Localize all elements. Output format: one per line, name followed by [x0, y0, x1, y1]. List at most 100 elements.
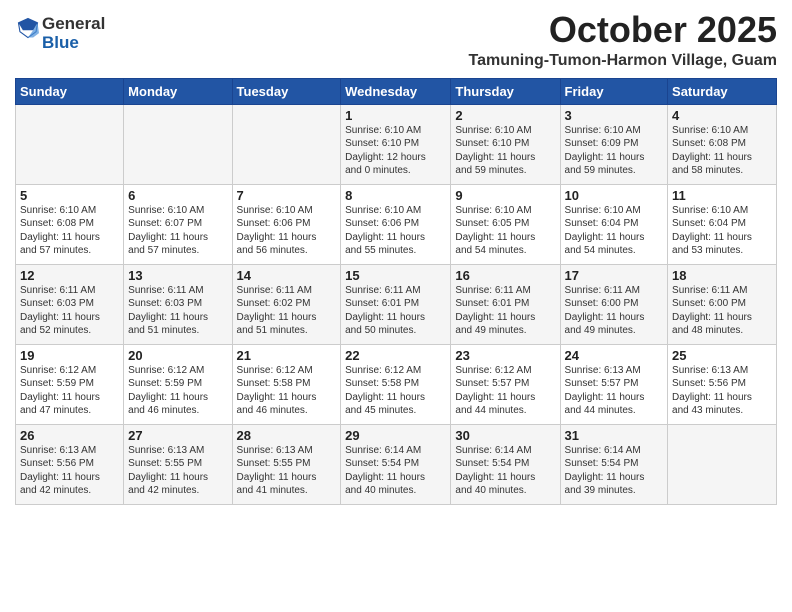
day-info: Sunrise: 6:11 AM Sunset: 6:00 PM Dayligh…: [565, 284, 664, 338]
day-info: Sunrise: 6:10 AM Sunset: 6:08 PM Dayligh…: [20, 204, 119, 258]
calendar-cell: 12Sunrise: 6:11 AM Sunset: 6:03 PM Dayli…: [16, 264, 124, 344]
day-info: Sunrise: 6:12 AM Sunset: 5:59 PM Dayligh…: [128, 364, 227, 418]
calendar-cell: 19Sunrise: 6:12 AM Sunset: 5:59 PM Dayli…: [16, 344, 124, 424]
day-info: Sunrise: 6:10 AM Sunset: 6:06 PM Dayligh…: [237, 204, 337, 258]
day-number: 6: [128, 188, 227, 203]
day-info: Sunrise: 6:12 AM Sunset: 5:59 PM Dayligh…: [20, 364, 119, 418]
day-info: Sunrise: 6:11 AM Sunset: 6:00 PM Dayligh…: [672, 284, 772, 338]
weekday-header: Saturday: [668, 78, 777, 104]
day-info: Sunrise: 6:10 AM Sunset: 6:05 PM Dayligh…: [455, 204, 555, 258]
day-info: Sunrise: 6:10 AM Sunset: 6:09 PM Dayligh…: [565, 124, 664, 178]
day-info: Sunrise: 6:12 AM Sunset: 5:58 PM Dayligh…: [237, 364, 337, 418]
day-info: Sunrise: 6:12 AM Sunset: 5:58 PM Dayligh…: [345, 364, 446, 418]
calendar-cell: [668, 424, 777, 504]
calendar-cell: 15Sunrise: 6:11 AM Sunset: 6:01 PM Dayli…: [341, 264, 451, 344]
day-number: 20: [128, 348, 227, 363]
day-info: Sunrise: 6:11 AM Sunset: 6:03 PM Dayligh…: [20, 284, 119, 338]
day-number: 15: [345, 268, 446, 283]
day-info: Sunrise: 6:10 AM Sunset: 6:06 PM Dayligh…: [345, 204, 446, 258]
day-info: Sunrise: 6:14 AM Sunset: 5:54 PM Dayligh…: [455, 444, 555, 498]
weekday-header: Thursday: [451, 78, 560, 104]
day-info: Sunrise: 6:12 AM Sunset: 5:57 PM Dayligh…: [455, 364, 555, 418]
calendar-cell: 20Sunrise: 6:12 AM Sunset: 5:59 PM Dayli…: [124, 344, 232, 424]
weekday-header: Monday: [124, 78, 232, 104]
calendar-cell: 10Sunrise: 6:10 AM Sunset: 6:04 PM Dayli…: [560, 184, 668, 264]
calendar-cell: [16, 104, 124, 184]
day-info: Sunrise: 6:10 AM Sunset: 6:10 PM Dayligh…: [345, 124, 446, 178]
calendar-cell: 5Sunrise: 6:10 AM Sunset: 6:08 PM Daylig…: [16, 184, 124, 264]
day-number: 9: [455, 188, 555, 203]
day-number: 31: [565, 428, 664, 443]
day-number: 16: [455, 268, 555, 283]
calendar-cell: 25Sunrise: 6:13 AM Sunset: 5:56 PM Dayli…: [668, 344, 777, 424]
day-number: 21: [237, 348, 337, 363]
day-info: Sunrise: 6:13 AM Sunset: 5:56 PM Dayligh…: [20, 444, 119, 498]
calendar-cell: 14Sunrise: 6:11 AM Sunset: 6:02 PM Dayli…: [232, 264, 341, 344]
calendar-cell: 3Sunrise: 6:10 AM Sunset: 6:09 PM Daylig…: [560, 104, 668, 184]
calendar-cell: 11Sunrise: 6:10 AM Sunset: 6:04 PM Dayli…: [668, 184, 777, 264]
day-number: 13: [128, 268, 227, 283]
day-number: 1: [345, 108, 446, 123]
calendar-cell: 8Sunrise: 6:10 AM Sunset: 6:06 PM Daylig…: [341, 184, 451, 264]
month-title: October 2025: [469, 10, 777, 50]
day-info: Sunrise: 6:10 AM Sunset: 6:04 PM Dayligh…: [565, 204, 664, 258]
day-info: Sunrise: 6:14 AM Sunset: 5:54 PM Dayligh…: [345, 444, 446, 498]
title-block: October 2025 Tamuning-Tumon-Harmon Villa…: [469, 10, 777, 70]
calendar-cell: [232, 104, 341, 184]
calendar-cell: 30Sunrise: 6:14 AM Sunset: 5:54 PM Dayli…: [451, 424, 560, 504]
weekday-header: Wednesday: [341, 78, 451, 104]
location-title: Tamuning-Tumon-Harmon Village, Guam: [469, 52, 777, 70]
day-number: 29: [345, 428, 446, 443]
day-info: Sunrise: 6:11 AM Sunset: 6:02 PM Dayligh…: [237, 284, 337, 338]
calendar-cell: 26Sunrise: 6:13 AM Sunset: 5:56 PM Dayli…: [16, 424, 124, 504]
day-number: 8: [345, 188, 446, 203]
calendar-table: SundayMondayTuesdayWednesdayThursdayFrid…: [15, 78, 777, 505]
day-number: 26: [20, 428, 119, 443]
day-number: 14: [237, 268, 337, 283]
logo-icon: [17, 17, 39, 39]
day-number: 18: [672, 268, 772, 283]
day-number: 24: [565, 348, 664, 363]
day-number: 17: [565, 268, 664, 283]
logo: General Blue: [15, 15, 105, 52]
calendar-cell: 31Sunrise: 6:14 AM Sunset: 5:54 PM Dayli…: [560, 424, 668, 504]
day-info: Sunrise: 6:10 AM Sunset: 6:08 PM Dayligh…: [672, 124, 772, 178]
calendar-cell: 23Sunrise: 6:12 AM Sunset: 5:57 PM Dayli…: [451, 344, 560, 424]
logo-blue: Blue: [42, 34, 105, 53]
day-number: 23: [455, 348, 555, 363]
calendar-cell: 28Sunrise: 6:13 AM Sunset: 5:55 PM Dayli…: [232, 424, 341, 504]
calendar-week-row: 26Sunrise: 6:13 AM Sunset: 5:56 PM Dayli…: [16, 424, 777, 504]
calendar-week-row: 5Sunrise: 6:10 AM Sunset: 6:08 PM Daylig…: [16, 184, 777, 264]
weekday-header: Tuesday: [232, 78, 341, 104]
calendar-cell: 1Sunrise: 6:10 AM Sunset: 6:10 PM Daylig…: [341, 104, 451, 184]
calendar-cell: 22Sunrise: 6:12 AM Sunset: 5:58 PM Dayli…: [341, 344, 451, 424]
calendar-cell: 27Sunrise: 6:13 AM Sunset: 5:55 PM Dayli…: [124, 424, 232, 504]
calendar-cell: 29Sunrise: 6:14 AM Sunset: 5:54 PM Dayli…: [341, 424, 451, 504]
day-number: 11: [672, 188, 772, 203]
calendar-cell: 13Sunrise: 6:11 AM Sunset: 6:03 PM Dayli…: [124, 264, 232, 344]
day-number: 25: [672, 348, 772, 363]
page-header: General Blue October 2025 Tamuning-Tumon…: [15, 10, 777, 70]
day-number: 12: [20, 268, 119, 283]
calendar-cell: 7Sunrise: 6:10 AM Sunset: 6:06 PM Daylig…: [232, 184, 341, 264]
logo-general: General: [42, 15, 105, 34]
calendar-cell: 9Sunrise: 6:10 AM Sunset: 6:05 PM Daylig…: [451, 184, 560, 264]
day-info: Sunrise: 6:11 AM Sunset: 6:01 PM Dayligh…: [455, 284, 555, 338]
day-number: 28: [237, 428, 337, 443]
day-number: 7: [237, 188, 337, 203]
day-info: Sunrise: 6:11 AM Sunset: 6:03 PM Dayligh…: [128, 284, 227, 338]
day-info: Sunrise: 6:10 AM Sunset: 6:10 PM Dayligh…: [455, 124, 555, 178]
weekday-header: Friday: [560, 78, 668, 104]
day-number: 19: [20, 348, 119, 363]
day-info: Sunrise: 6:13 AM Sunset: 5:55 PM Dayligh…: [237, 444, 337, 498]
day-info: Sunrise: 6:11 AM Sunset: 6:01 PM Dayligh…: [345, 284, 446, 338]
day-number: 3: [565, 108, 664, 123]
day-info: Sunrise: 6:13 AM Sunset: 5:55 PM Dayligh…: [128, 444, 227, 498]
calendar-cell: [124, 104, 232, 184]
day-number: 27: [128, 428, 227, 443]
calendar-cell: 18Sunrise: 6:11 AM Sunset: 6:00 PM Dayli…: [668, 264, 777, 344]
weekday-header-row: SundayMondayTuesdayWednesdayThursdayFrid…: [16, 78, 777, 104]
day-number: 30: [455, 428, 555, 443]
day-info: Sunrise: 6:13 AM Sunset: 5:56 PM Dayligh…: [672, 364, 772, 418]
calendar-week-row: 19Sunrise: 6:12 AM Sunset: 5:59 PM Dayli…: [16, 344, 777, 424]
